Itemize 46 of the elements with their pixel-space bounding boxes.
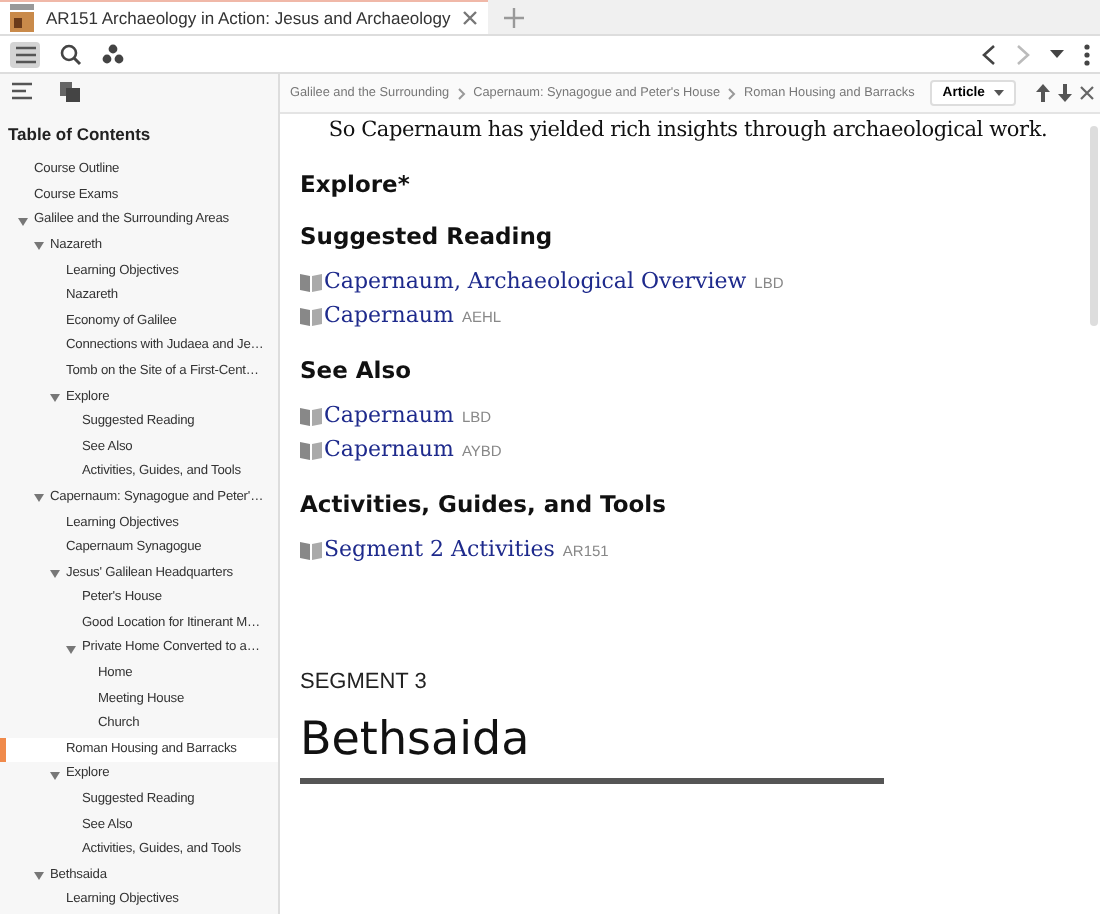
resource-link[interactable]: Capernaum — [324, 436, 454, 462]
expand-caret-icon[interactable] — [34, 494, 44, 503]
expand-caret-icon[interactable] — [50, 771, 60, 780]
book-icon — [300, 271, 322, 291]
chevron-icon — [457, 87, 466, 99]
scrollbar[interactable] — [1090, 126, 1098, 326]
section-heading: Explore* — [300, 170, 412, 198]
toc-title: Table of Contents — [6, 122, 153, 149]
expand-caret-icon[interactable] — [50, 569, 60, 578]
three-dots-icon[interactable] — [102, 44, 124, 64]
caret-icon — [994, 90, 1005, 96]
section-heading: Suggested Reading — [300, 222, 555, 250]
expand-caret-icon[interactable] — [18, 217, 28, 226]
section-heading: See Also — [300, 356, 413, 384]
expand-caret-icon[interactable] — [34, 242, 44, 251]
book-logo-icon — [10, 4, 34, 32]
article-paragraph: So Capernaum has yielded rich insights through archaeological work. — [326, 118, 1050, 142]
expand-caret-icon[interactable] — [50, 393, 60, 402]
book-icon — [300, 439, 322, 459]
book-icon — [300, 305, 322, 325]
close-icon[interactable] — [1080, 86, 1095, 100]
more-icon[interactable] — [1084, 43, 1090, 65]
new-tab-icon[interactable] — [504, 7, 525, 27]
menu-button[interactable] — [10, 41, 40, 67]
resource-link[interactable]: Capernaum — [324, 402, 454, 428]
expand-caret-icon[interactable] — [66, 645, 76, 654]
resource-link[interactable]: Segment 2 Activities — [324, 536, 555, 562]
book-icon — [300, 405, 322, 425]
segment-title: Bethsaida — [300, 714, 532, 766]
close-icon[interactable] — [462, 10, 479, 26]
down-arrow-icon[interactable] — [1058, 84, 1073, 102]
stacked-pages-icon[interactable] — [60, 81, 80, 102]
book-icon — [300, 539, 322, 559]
search-icon[interactable] — [60, 43, 82, 65]
segment-label: SEGMENT 3 — [300, 670, 429, 694]
document-tab[interactable]: AR151 Archaeology in Action: Jesus and Archaeology — [0, 0, 489, 34]
list-icon[interactable] — [12, 82, 32, 101]
up-arrow-icon[interactable] — [1036, 84, 1051, 102]
expand-caret-icon[interactable] — [34, 872, 44, 881]
chevron-icon — [728, 87, 737, 99]
section-heading: Activities, Guides, and Tools — [300, 490, 668, 518]
resource-link[interactable]: Capernaum, Archaeological Overview — [324, 268, 747, 294]
dropdown-caret-icon[interactable] — [1050, 50, 1064, 58]
tab-title: AR151 Archaeology in Action: Jesus and Archaeology — [46, 8, 451, 28]
resource-link[interactable]: Capernaum — [324, 302, 454, 328]
back-icon[interactable] — [982, 43, 996, 65]
